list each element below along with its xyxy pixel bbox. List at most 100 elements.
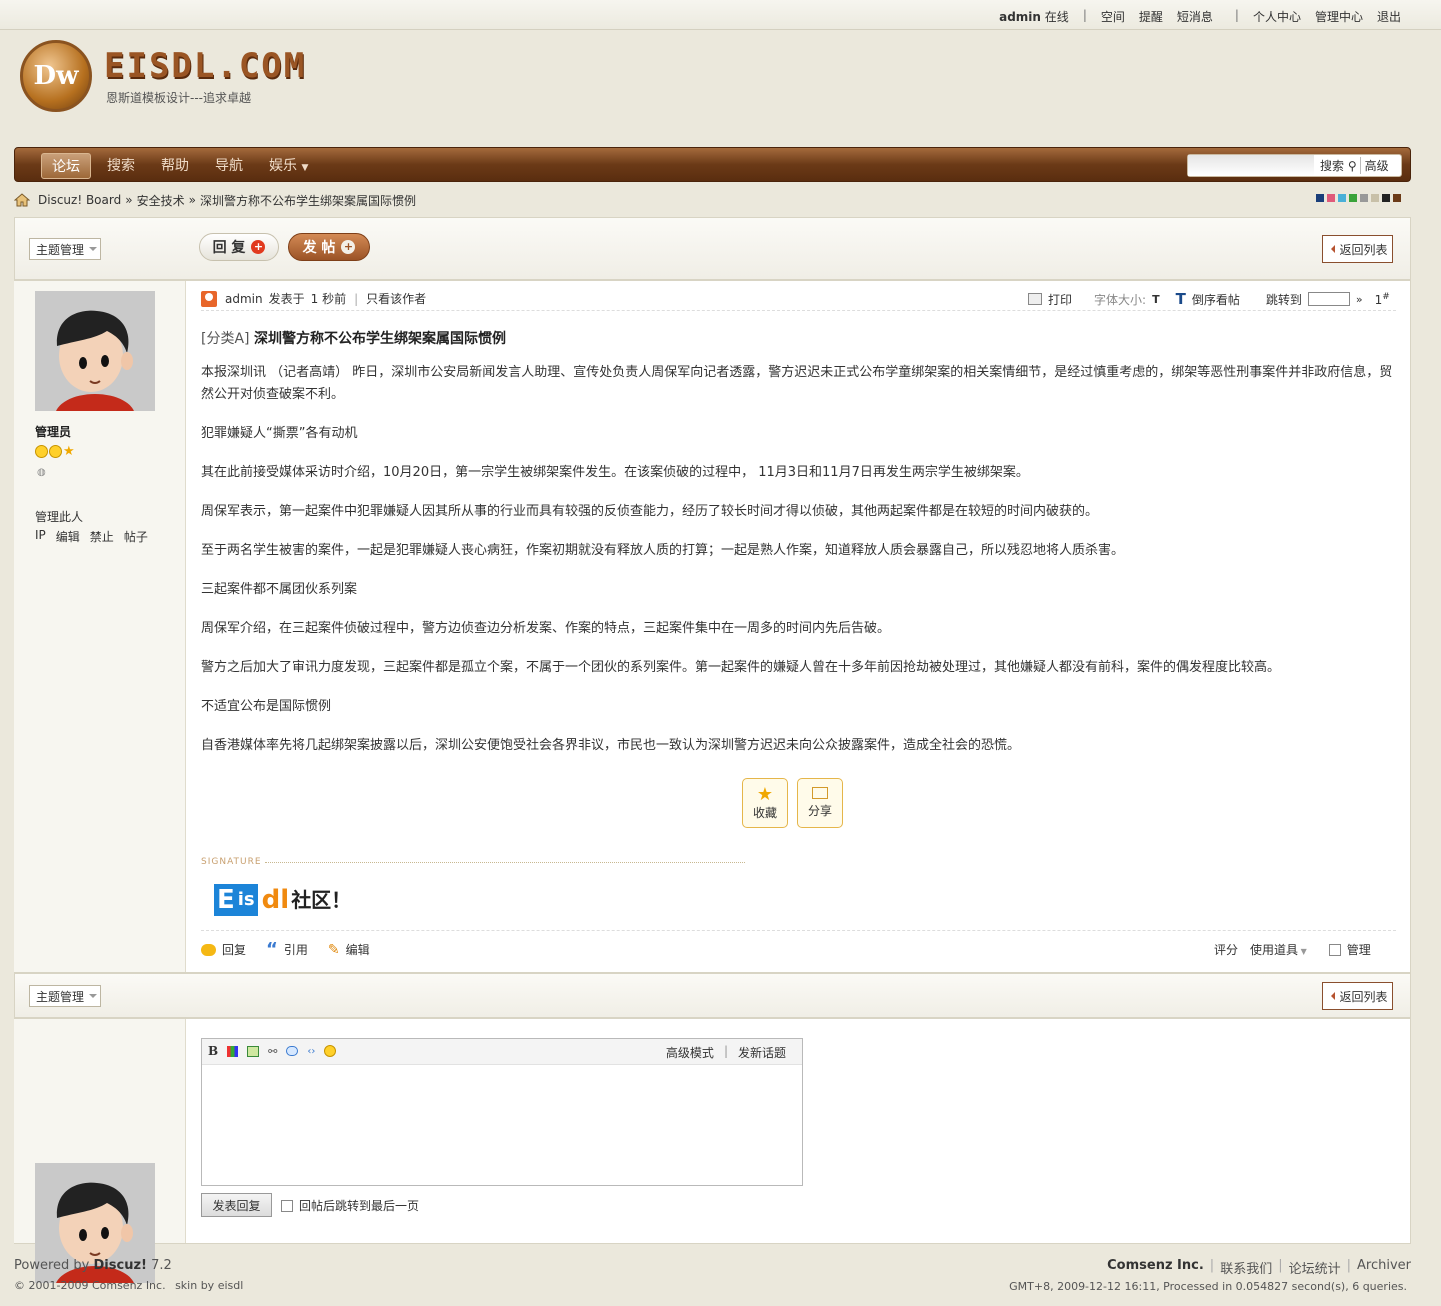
- main-nav: 论坛 搜索 帮助 导航 娱乐 ▼ 搜索 ⚲ 高级: [14, 147, 1411, 182]
- emoticon-icon[interactable]: [324, 1045, 337, 1057]
- divider: [201, 930, 1396, 931]
- manage-checkbox[interactable]: [1328, 943, 1341, 956]
- reply-button[interactable]: 回 复 +: [199, 233, 279, 261]
- smile-icon: [35, 445, 48, 458]
- font-small-button[interactable]: T: [1152, 293, 1160, 306]
- post-paragraph: 周保军介绍，在三起案件侦破过程中，警方边侦查边分析发案、作案的特点，三起案件集中…: [201, 621, 891, 636]
- color-swatch[interactable]: [1327, 194, 1335, 202]
- user-center-link[interactable]: 个人中心: [1253, 8, 1301, 25]
- home-icon[interactable]: [14, 193, 30, 207]
- post-paragraph: 本报深圳讯 （记者高靖） 昨日，深圳市公安局新闻发言人助理、宣传处负责人周保军向…: [201, 365, 1393, 402]
- new-topic-link[interactable]: 发新话题: [738, 1044, 786, 1061]
- breadcrumb-board[interactable]: Discuz! Board: [38, 193, 121, 207]
- color-icon[interactable]: [227, 1045, 239, 1057]
- bold-icon[interactable]: B: [208, 1044, 218, 1058]
- breadcrumb-forum[interactable]: 安全技术: [137, 192, 185, 209]
- favorite-button[interactable]: ★ 收藏: [742, 778, 788, 828]
- advanced-search-link[interactable]: 高级: [1359, 157, 1393, 174]
- footer-powered: Powered by Discuz! 7.2: [14, 1258, 172, 1273]
- quote-bubble-icon[interactable]: [286, 1046, 299, 1056]
- star-icon: ★: [756, 783, 774, 805]
- post-paragraph: 其在此前接受媒体采访时介绍，10月20日，第一宗学生被绑架案件发生。在该案侦破的…: [201, 465, 1029, 480]
- reply-link[interactable]: 回复: [222, 941, 246, 958]
- ip-link[interactable]: IP: [35, 528, 46, 545]
- search-input[interactable]: [1188, 155, 1314, 176]
- only-author-link[interactable]: 只看该作者: [366, 290, 426, 307]
- rate-link[interactable]: 评分: [1214, 941, 1238, 958]
- new-post-button[interactable]: 发 帖 +: [288, 233, 370, 261]
- stats-link[interactable]: 论坛统计: [1289, 1258, 1341, 1277]
- space-link[interactable]: 空间: [1101, 8, 1125, 25]
- star-icon: ★: [63, 444, 75, 459]
- advanced-mode-link[interactable]: 高级模式: [666, 1044, 714, 1061]
- chevron-down-icon: ▼: [1298, 947, 1307, 956]
- pm-link[interactable]: 短消息: [1177, 8, 1213, 25]
- archiver-link[interactable]: Archiver: [1357, 1258, 1411, 1277]
- plus-icon: +: [341, 240, 356, 254]
- jump-input[interactable]: [1307, 292, 1350, 306]
- color-swatch[interactable]: [1316, 194, 1324, 202]
- comsenz-link[interactable]: Comsenz Inc.: [1107, 1258, 1204, 1277]
- manage-user-links: IP 编辑 禁止 帖子: [35, 528, 148, 545]
- divider: [201, 310, 1396, 311]
- nav-guide[interactable]: 导航: [205, 153, 253, 179]
- search-box: 搜索 ⚲ 高级: [1187, 154, 1402, 177]
- color-swatch[interactable]: [1360, 194, 1368, 202]
- share-button[interactable]: 分享: [797, 778, 843, 828]
- post-paragraph: 警方之后加大了审讯力度发现，三起案件都是孤立个案，不属于一个团伙的系列案件。第一…: [201, 660, 1281, 675]
- author-rank-stars: ★: [35, 445, 75, 458]
- jump-last-checkbox[interactable]: [281, 1199, 293, 1212]
- link-icon[interactable]: ⚯: [268, 1045, 277, 1058]
- avatar-image: [35, 291, 155, 411]
- username-link[interactable]: admin 在线: [999, 8, 1069, 25]
- post-paragraph: 周保军表示，第一起案件中犯罪嫌疑人因其所从事的行业而具有较强的反侦查能力，经历了…: [201, 504, 1099, 519]
- print-link[interactable]: 打印: [1048, 291, 1072, 308]
- edit-user-link[interactable]: 编辑: [56, 528, 80, 545]
- magnifier-icon: ⚲: [1347, 159, 1357, 173]
- post-paragraph: 不适宜公布是国际惯例: [201, 699, 332, 714]
- avatar[interactable]: [35, 291, 155, 411]
- post-author-link[interactable]: admin: [225, 292, 263, 306]
- logout-link[interactable]: 退出: [1377, 8, 1401, 25]
- topic-manage-dropdown[interactable]: 主题管理: [29, 985, 101, 1007]
- contact-link[interactable]: 联系我们: [1220, 1258, 1272, 1277]
- admin-center-link[interactable]: 管理中心: [1315, 8, 1363, 25]
- discuz-link[interactable]: Discuz!: [94, 1258, 147, 1273]
- color-swatch[interactable]: [1382, 194, 1390, 202]
- reply-textarea[interactable]: [202, 1065, 802, 1185]
- code-icon[interactable]: ‹›: [307, 1046, 315, 1057]
- back-to-list-button[interactable]: 返回列表: [1322, 235, 1393, 263]
- quote-link[interactable]: 引用: [284, 941, 308, 958]
- color-swatch[interactable]: [1338, 194, 1346, 202]
- post-category[interactable]: [分类A]: [201, 331, 250, 347]
- image-icon[interactable]: [247, 1045, 260, 1057]
- font-large-button[interactable]: T: [1176, 290, 1186, 308]
- posted-label: 发表于: [268, 292, 305, 306]
- submit-reply-button[interactable]: 发表回复: [201, 1193, 272, 1217]
- nav-help[interactable]: 帮助: [151, 153, 199, 179]
- site-logo-text[interactable]: EISDL.COM: [104, 46, 306, 86]
- site-logo-icon[interactable]: Dw: [20, 40, 92, 112]
- user-posts-link[interactable]: 帖子: [124, 528, 148, 545]
- nav-forum[interactable]: 论坛: [41, 153, 91, 179]
- print-icon: [1028, 293, 1042, 305]
- nav-search[interactable]: 搜索: [97, 153, 145, 179]
- tools-dropdown[interactable]: 使用道具 ▼: [1250, 941, 1307, 958]
- topic-manage-dropdown[interactable]: 主题管理: [29, 238, 101, 260]
- ban-user-link[interactable]: 禁止: [90, 528, 114, 545]
- notice-link[interactable]: 提醒: [1139, 8, 1163, 25]
- edit-link[interactable]: 编辑: [346, 941, 370, 958]
- jump-go-button[interactable]: »: [1356, 293, 1363, 306]
- manage-user-label: 管理此人: [35, 510, 84, 524]
- footer-copyright: © 2001-2009 Comsenz Inc. skin by eisdl: [14, 1279, 244, 1292]
- color-swatch[interactable]: [1393, 194, 1401, 202]
- color-swatch[interactable]: [1371, 194, 1379, 202]
- nav-entertainment[interactable]: 娱乐 ▼: [259, 153, 318, 179]
- divider: [265, 862, 745, 863]
- color-swatch[interactable]: [1349, 194, 1357, 202]
- search-button[interactable]: 搜索 ⚲: [1314, 157, 1360, 174]
- back-to-list-button[interactable]: 返回列表: [1322, 982, 1393, 1010]
- reverse-order-link[interactable]: 倒序看帖: [1192, 291, 1240, 308]
- user-icon: [201, 290, 217, 307]
- style-swatches: [1316, 194, 1401, 202]
